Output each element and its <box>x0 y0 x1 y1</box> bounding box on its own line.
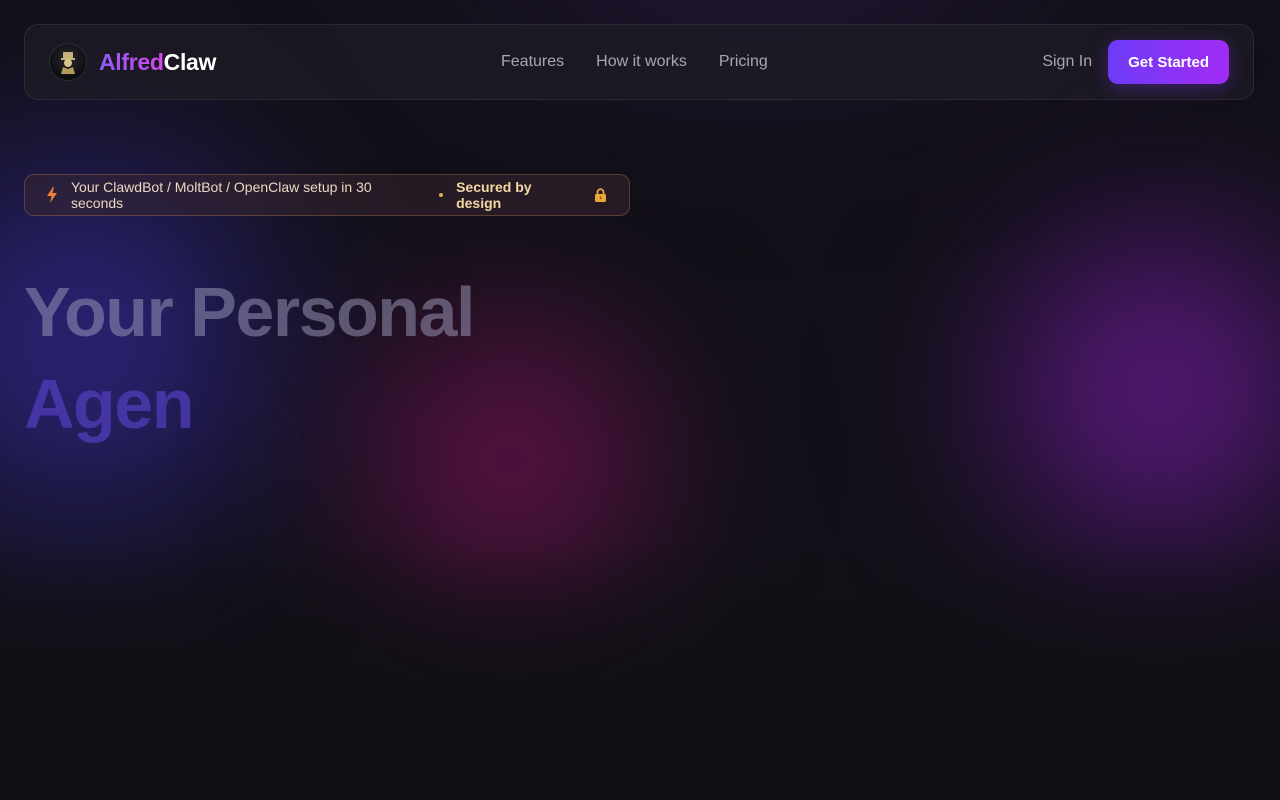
lightning-icon <box>47 187 57 203</box>
top-navbar: AlfredClaw Features How it works Pricing… <box>24 24 1254 100</box>
get-started-button[interactable]: Get Started <box>1108 40 1229 84</box>
sign-in-link[interactable]: Sign In <box>1042 53 1092 71</box>
brand-name: AlfredClaw <box>99 49 216 76</box>
brand-link[interactable]: AlfredClaw <box>49 43 216 81</box>
background-glow-purple <box>930 180 1280 600</box>
nav-links: Features How it works Pricing <box>501 25 768 99</box>
announcement-badge: Your ClawdBot / MoltBot / OpenClaw setup… <box>24 174 630 216</box>
badge-separator <box>439 193 444 197</box>
nav-actions: Sign In Get Started <box>1042 25 1229 99</box>
hero-headline: Your Personal Agen <box>24 266 475 450</box>
hero-headline-line1: Your Personal <box>24 273 475 351</box>
hero-headline-line2: Agen <box>24 365 194 443</box>
background-fade <box>0 540 1280 800</box>
nav-link-features[interactable]: Features <box>501 53 564 71</box>
page: AlfredClaw Features How it works Pricing… <box>0 0 1280 800</box>
nav-link-how-it-works[interactable]: How it works <box>596 53 687 71</box>
brand-name-part1: Alfred <box>99 48 164 75</box>
badge-text: Your ClawdBot / MoltBot / OpenClaw setup… <box>71 179 372 211</box>
badge-highlight: Secured by design <box>456 179 532 211</box>
butler-logo-icon <box>49 43 87 81</box>
brand-name-part2: Claw <box>163 48 217 75</box>
lock-icon <box>594 188 607 202</box>
nav-link-pricing[interactable]: Pricing <box>719 53 768 71</box>
